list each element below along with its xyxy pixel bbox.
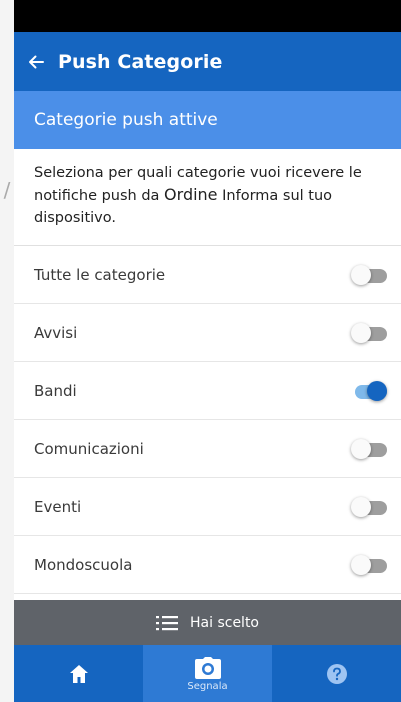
intro-text: Seleziona per quali categorie vuoi ricev… xyxy=(14,149,401,246)
category-label: Tutte le categorie xyxy=(34,265,166,284)
nav-segnala-label: Segnala xyxy=(187,680,228,692)
category-toggle[interactable] xyxy=(351,554,387,576)
toggle-knob xyxy=(351,438,371,459)
bottom-nav: Segnala xyxy=(14,645,401,702)
app-screen: Push Categorie Categorie push attive Sel… xyxy=(14,0,401,702)
category-toggle[interactable] xyxy=(351,264,387,286)
edge-slash-mark: / xyxy=(3,178,11,202)
category-toggle[interactable] xyxy=(351,438,387,460)
camera-icon xyxy=(194,656,221,679)
category-label: Bandi xyxy=(34,381,77,400)
category-toggle[interactable] xyxy=(351,496,387,518)
back-button[interactable] xyxy=(18,32,54,91)
category-row[interactable]: Eventi xyxy=(14,478,401,536)
category-label: Mondoscuola xyxy=(34,555,133,574)
toggle-knob xyxy=(351,322,371,343)
left-margin xyxy=(0,0,14,702)
category-row[interactable]: Comunicazioni xyxy=(14,420,401,478)
toggle-knob xyxy=(351,264,371,285)
category-toggle[interactable] xyxy=(351,322,387,344)
intro-brand: Ordine xyxy=(164,185,218,204)
category-row[interactable]: Avvisi xyxy=(14,304,401,362)
status-bar xyxy=(14,0,401,32)
section-title: Categorie push attive xyxy=(14,91,401,149)
category-label: Comunicazioni xyxy=(34,439,144,458)
home-icon xyxy=(69,664,88,683)
chosen-categories-bar[interactable]: Hai scelto xyxy=(14,600,401,645)
list-icon xyxy=(156,614,178,632)
nav-home[interactable] xyxy=(14,645,143,702)
toggle-knob xyxy=(351,554,371,575)
category-row[interactable]: Mondoscuola xyxy=(14,536,401,594)
help-icon xyxy=(326,663,347,684)
arrow-left-icon xyxy=(29,55,44,68)
chosen-bar-label: Hai scelto xyxy=(190,614,259,631)
toggle-knob xyxy=(367,380,387,401)
category-list: Tutte le categorie Avvisi Bandi Comunica… xyxy=(14,246,401,594)
category-label: Eventi xyxy=(34,497,82,516)
category-toggle[interactable] xyxy=(351,380,387,402)
app-header: Push Categorie xyxy=(14,32,401,91)
page-title: Push Categorie xyxy=(58,50,223,73)
toggle-knob xyxy=(351,496,371,517)
category-row[interactable]: Tutte le categorie xyxy=(14,246,401,304)
nav-segnala[interactable]: Segnala xyxy=(143,645,272,702)
category-label: Avvisi xyxy=(34,323,78,342)
category-row[interactable]: Bandi xyxy=(14,362,401,420)
nav-help[interactable] xyxy=(272,645,401,702)
